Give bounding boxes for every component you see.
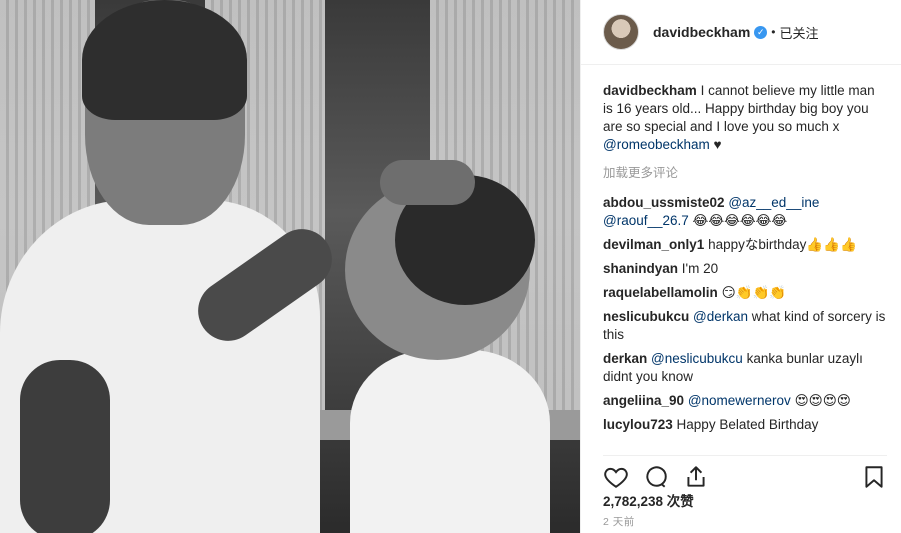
comment-row: shanindyan I'm 20	[603, 260, 887, 278]
instagram-post: davidbeckham ✓ • 已关注 davidbeckham I cann…	[0, 0, 901, 533]
post-sidebar: davidbeckham ✓ • 已关注 davidbeckham I cann…	[580, 0, 901, 533]
post-photo[interactable]	[0, 0, 580, 533]
caption-mention[interactable]: @romeobeckham	[603, 137, 710, 152]
comment-emoji: 😍😍😍😍	[794, 393, 851, 408]
comment-username[interactable]: lucylou723	[603, 417, 673, 432]
comment-username[interactable]: derkan	[603, 351, 647, 366]
likes-count[interactable]: 2,782,238 次赞	[603, 490, 694, 510]
comment-username[interactable]: abdou_ussmiste02	[603, 195, 725, 210]
caption: davidbeckham I cannot believe my little …	[603, 82, 887, 154]
action-bar	[603, 455, 887, 490]
comment-mention[interactable]: @derkan	[693, 309, 748, 324]
comment-username[interactable]: devilman_only1	[603, 237, 704, 252]
share-icon[interactable]	[683, 464, 709, 490]
load-more-comments-link[interactable]: 加载更多评论	[603, 164, 887, 182]
verified-icon: ✓	[754, 25, 768, 39]
comment-container: abdou_ussmiste02 @az__ed__ine @raouf__26…	[603, 194, 887, 434]
heart-icon[interactable]	[603, 464, 629, 490]
comment-row: devilman_only1 happyなbirthday👍👍👍	[603, 236, 887, 254]
comments-list[interactable]: davidbeckham I cannot believe my little …	[603, 74, 887, 446]
comment-username[interactable]: neslicubukcu	[603, 309, 689, 324]
caption-heart: ♥	[713, 137, 722, 152]
comment-emoji: 😏👏👏👏	[721, 285, 787, 300]
comment-text: happyなbirthday	[708, 237, 807, 252]
comment-username[interactable]: angeliina_90	[603, 393, 684, 408]
header-username[interactable]: davidbeckham	[653, 24, 750, 40]
comment-row: abdou_ussmiste02 @az__ed__ine @raouf__26…	[603, 194, 887, 230]
comment-text: Happy Belated Birthday	[676, 417, 819, 432]
comment-text: I'm 20	[681, 261, 719, 276]
avatar[interactable]	[603, 14, 639, 50]
comment-mention[interactable]: @nomewernerov	[688, 393, 791, 408]
comment-row: raquelabellamolin 😏👏👏👏	[603, 284, 887, 302]
comment-username[interactable]: shanindyan	[603, 261, 678, 276]
comment-emoji: 👍👍👍	[806, 237, 857, 252]
bookmark-icon[interactable]	[861, 464, 887, 490]
comment-row: angeliina_90 @nomewernerov 😍😍😍😍	[603, 392, 887, 410]
follow-status-button[interactable]: 已关注	[779, 23, 818, 42]
comment-username[interactable]: raquelabellamolin	[603, 285, 718, 300]
post-header: davidbeckham ✓ • 已关注	[581, 0, 901, 65]
comment-row: neslicubukcu @derkan what kind of sorcer…	[603, 308, 887, 344]
header-separator: •	[771, 25, 776, 39]
post-timestamp: 2 天前	[603, 516, 635, 528]
comment-row: derkan @neslicubukcu kanka bunlar uzaylı…	[603, 350, 887, 386]
comment-mention[interactable]: @neslicubukcu	[651, 351, 743, 366]
comment-row: lucylou723 Happy Belated Birthday	[603, 416, 887, 434]
comment-emoji: 😂😂😂😂😂😂	[692, 213, 788, 228]
comment-icon[interactable]	[643, 464, 669, 490]
caption-username[interactable]: davidbeckham	[603, 83, 697, 98]
